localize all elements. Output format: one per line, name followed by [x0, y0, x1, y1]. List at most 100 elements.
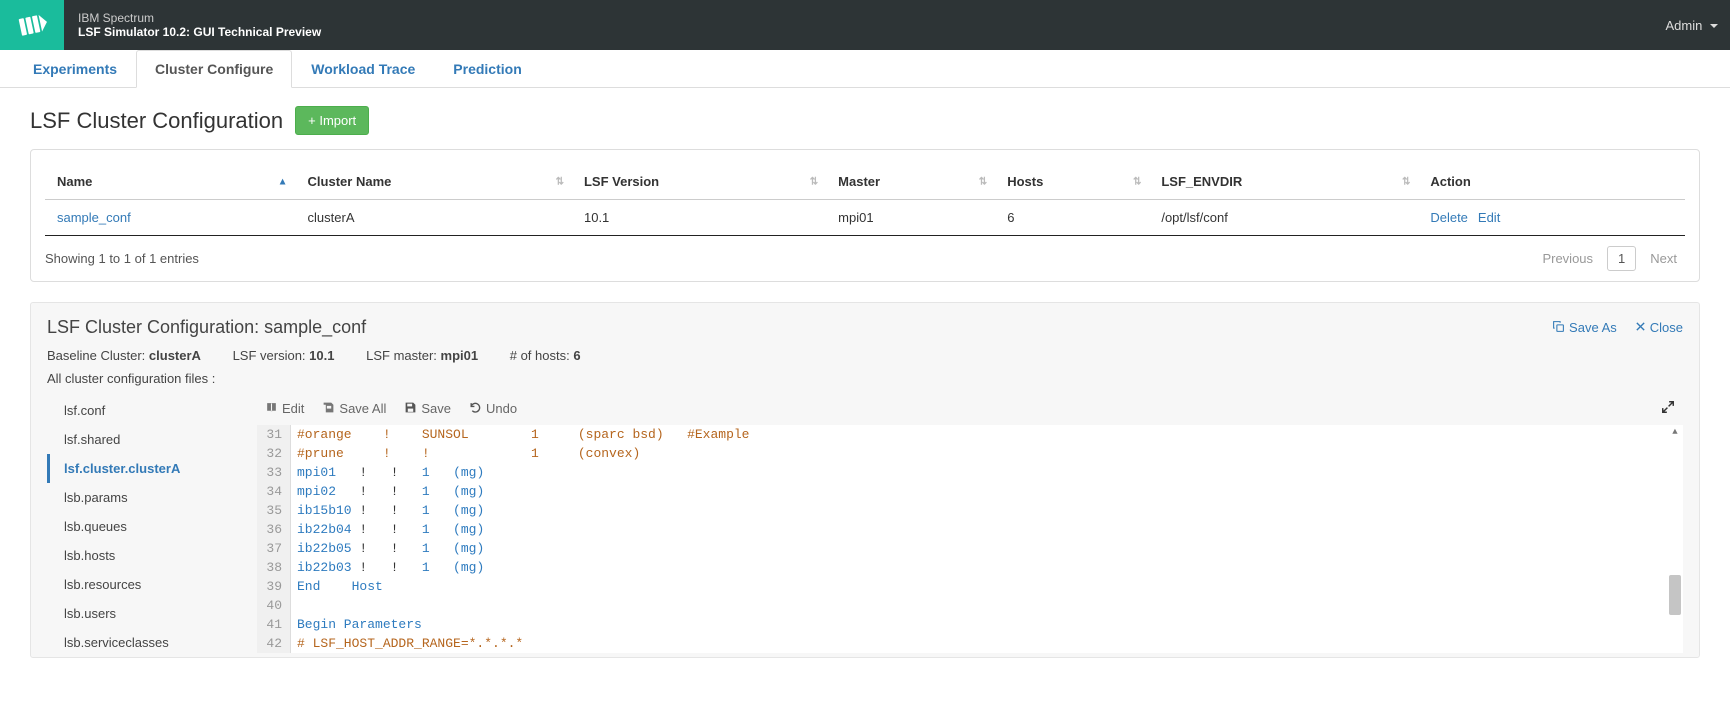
col-action[interactable]: Action — [1418, 164, 1685, 200]
pager-next[interactable]: Next — [1642, 247, 1685, 270]
close-label: Close — [1650, 320, 1683, 335]
line-text: Begin Parameters — [291, 615, 422, 634]
col-lsf-version[interactable]: LSF Version⇅ — [572, 164, 826, 200]
caret-icon — [1710, 24, 1718, 28]
undo-button[interactable]: Undo — [469, 401, 517, 417]
col-cluster-name[interactable]: Cluster Name⇅ — [296, 164, 572, 200]
pager: Previous 1 Next — [1534, 246, 1685, 271]
line-text: ib22b03 ! ! 1 (mg) — [291, 558, 484, 577]
scrollbar-thumb[interactable] — [1669, 575, 1681, 615]
file-item[interactable]: lsb.users — [47, 599, 247, 628]
code-line: 42# LSF_HOST_ADDR_RANGE=*.*.*.* — [257, 634, 1683, 653]
detail-title: LSF Cluster Configuration: sample_conf — [47, 317, 366, 338]
edit-label: Edit — [282, 401, 304, 416]
page-title: LSF Cluster Configuration — [30, 108, 283, 134]
line-text: ib15b10 ! ! 1 (mg) — [291, 501, 484, 520]
gutter: 42 — [257, 634, 291, 653]
gutter: 38 — [257, 558, 291, 577]
detail-panel: LSF Cluster Configuration: sample_conf S… — [30, 302, 1700, 658]
cell-cluster: clusterA — [296, 200, 572, 236]
delete-link[interactable]: Delete — [1430, 210, 1468, 225]
sort-icon: ⇅ — [556, 176, 564, 187]
col-master[interactable]: Master⇅ — [826, 164, 995, 200]
brand-bottom: LSF Simulator 10.2: GUI Technical Previe… — [78, 25, 321, 39]
edit-button[interactable]: Edit — [265, 401, 304, 417]
table-info: Showing 1 to 1 of 1 entries — [45, 251, 199, 266]
saveall-button[interactable]: Save All — [322, 401, 386, 417]
scroll-up-icon[interactable]: ▲ — [1669, 427, 1681, 439]
gutter: 37 — [257, 539, 291, 558]
import-button[interactable]: + Import — [295, 106, 369, 135]
code-line: 31#orange ! SUNSOL 1 (sparc bsd) #Exampl… — [257, 425, 1683, 444]
saveall-label: Save All — [339, 401, 386, 416]
copy-icon — [1552, 320, 1565, 336]
code-line: 35ib15b10 ! ! 1 (mg) — [257, 501, 1683, 520]
tab-experiments[interactable]: Experiments — [14, 50, 136, 88]
file-item[interactable]: lsb.hosts — [47, 541, 247, 570]
file-item[interactable]: lsf.shared — [47, 425, 247, 454]
save-icon — [404, 401, 417, 417]
gutter: 31 — [257, 425, 291, 444]
code-line: 39End Host — [257, 577, 1683, 596]
row-name-link[interactable]: sample_conf — [57, 210, 131, 225]
editor: Edit Save All Save Undo — [257, 396, 1683, 657]
pager-prev[interactable]: Previous — [1534, 247, 1601, 270]
config-table-panel: Name▲Cluster Name⇅LSF Version⇅Master⇅Hos… — [30, 149, 1700, 282]
undo-icon — [469, 401, 482, 417]
sort-icon: ⇅ — [1133, 176, 1141, 187]
tab-prediction[interactable]: Prediction — [434, 50, 540, 88]
gutter: 41 — [257, 615, 291, 634]
col-lsf_envdir[interactable]: LSF_ENVDIR⇅ — [1149, 164, 1418, 200]
user-menu[interactable]: Admin — [1666, 18, 1718, 33]
file-item[interactable]: lsb.params — [47, 483, 247, 512]
gutter: 36 — [257, 520, 291, 539]
col-hosts[interactable]: Hosts⇅ — [995, 164, 1149, 200]
gutter: 35 — [257, 501, 291, 520]
file-item[interactable]: lsb.queues — [47, 512, 247, 541]
files-heading: All cluster configuration files : — [47, 371, 1683, 386]
config-table: Name▲Cluster Name⇅LSF Version⇅Master⇅Hos… — [45, 164, 1685, 236]
brand-logo — [0, 0, 64, 50]
close-link[interactable]: Close — [1635, 320, 1683, 336]
line-text: #prune ! ! 1 (convex) — [291, 444, 640, 463]
line-text: End Host — [291, 577, 383, 596]
cell-version: 10.1 — [572, 200, 826, 236]
code-line: 36ib22b04 ! ! 1 (mg) — [257, 520, 1683, 539]
close-icon — [1635, 320, 1646, 335]
user-menu-label: Admin — [1666, 18, 1703, 33]
save-all-icon — [322, 401, 335, 417]
gutter: 40 — [257, 596, 291, 615]
expand-button[interactable] — [1661, 400, 1675, 417]
edit-link[interactable]: Edit — [1478, 210, 1500, 225]
file-item[interactable]: lsb.serviceclasses — [47, 628, 247, 657]
code-line: 32#prune ! ! 1 (convex) — [257, 444, 1683, 463]
saveas-link[interactable]: Save As — [1552, 320, 1617, 336]
topbar: IBM Spectrum LSF Simulator 10.2: GUI Tec… — [0, 0, 1730, 50]
file-item[interactable]: lsf.cluster.clusterA — [47, 454, 247, 483]
line-text: # LSF_HOST_ADDR_RANGE=*.*.*.* — [291, 634, 523, 653]
saveas-label: Save As — [1569, 320, 1617, 335]
save-button[interactable]: Save — [404, 401, 451, 417]
cell-envdir: /opt/lsf/conf — [1149, 200, 1418, 236]
code-area[interactable]: ▲ 31#orange ! SUNSOL 1 (sparc bsd) #Exam… — [257, 425, 1683, 653]
tab-workload-trace[interactable]: Workload Trace — [292, 50, 434, 88]
tab-cluster-configure[interactable]: Cluster Configure — [136, 50, 292, 88]
cell-actions: Delete Edit — [1418, 200, 1685, 236]
pager-page[interactable]: 1 — [1607, 246, 1636, 271]
book-icon — [265, 401, 278, 417]
file-item[interactable]: lsf.conf — [47, 396, 247, 425]
brand-text: IBM Spectrum LSF Simulator 10.2: GUI Tec… — [78, 11, 321, 39]
col-name[interactable]: Name▲ — [45, 164, 296, 200]
gutter: 34 — [257, 482, 291, 501]
gutter: 32 — [257, 444, 291, 463]
line-text: ib22b04 ! ! 1 (mg) — [291, 520, 484, 539]
file-item[interactable]: lsb.resources — [47, 570, 247, 599]
sort-icon: ⇅ — [810, 176, 818, 187]
line-text: #orange ! SUNSOL 1 (sparc bsd) #Example — [291, 425, 749, 444]
gutter: 33 — [257, 463, 291, 482]
expand-icon — [1661, 400, 1675, 414]
brand-top: IBM Spectrum — [78, 11, 321, 25]
save-label: Save — [421, 401, 451, 416]
sort-icon: ⇅ — [1402, 176, 1410, 187]
code-line: 38ib22b03 ! ! 1 (mg) — [257, 558, 1683, 577]
